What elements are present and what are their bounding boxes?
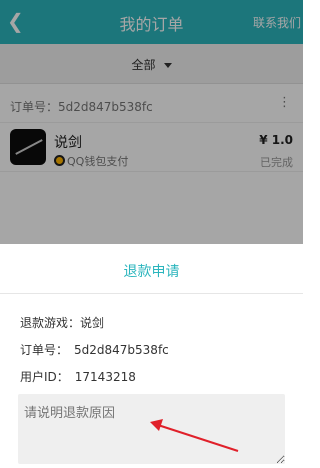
order-number-label: 订单号：	[20, 343, 69, 357]
divider	[0, 293, 303, 294]
refund-game-row: 退款游戏：说剑	[20, 314, 104, 331]
modal-overlay[interactable]	[0, 0, 303, 244]
user-id-value: 17143218	[74, 370, 136, 384]
refund-reason-input[interactable]	[18, 394, 285, 464]
refund-game-label: 退款游戏：	[20, 316, 81, 330]
refund-dialog: 退款申请 退款游戏：说剑 订单号： 5d2d847b538fc 用户ID： 1714…	[0, 244, 303, 468]
order-number-row: 订单号： 5d2d847b538fc	[20, 341, 169, 358]
order-number-value: 5d2d847b538fc	[74, 343, 169, 357]
refund-game-value: 说剑	[80, 316, 105, 330]
dialog-title: 退款申请	[123, 264, 180, 280]
user-id-row: 用户ID： 17143218	[20, 368, 136, 385]
user-id-label: 用户ID：	[20, 370, 69, 384]
